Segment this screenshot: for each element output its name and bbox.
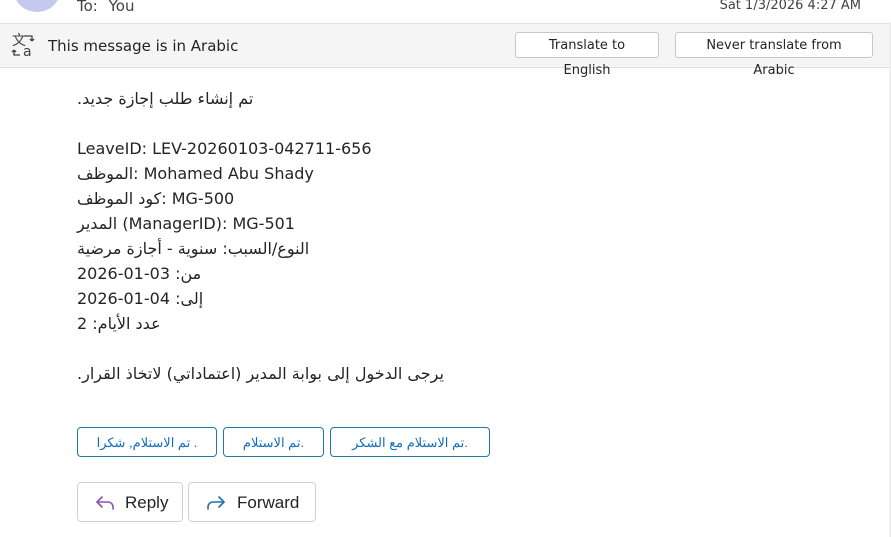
reply-button[interactable]: Reply	[77, 482, 183, 522]
to-label: To:	[77, 0, 98, 15]
never-translate-button[interactable]: Never translate from Arabic	[675, 32, 873, 78]
message-header: To: You Sat 1/3/2026 4:27 AM	[0, 0, 891, 22]
body-line: عدد الأيام: 2	[77, 314, 161, 333]
translation-bar: 文 a This message is in Arabic Translate …	[0, 23, 889, 78]
body-line: إلى: 04-01-2026	[77, 289, 204, 308]
recipient-line: To: You	[77, 0, 135, 15]
translate-icon: 文 a	[11, 33, 35, 58]
suggested-reply[interactable]: تم الاستلام مع الشكر.	[330, 427, 490, 457]
suggested-reply[interactable]: تم الاستلام.	[223, 427, 324, 457]
body-line: من: 03-01-2026	[77, 264, 202, 283]
recipient-name[interactable]: You	[109, 0, 135, 15]
message-body: .تم إنشاء طلب إجازة جديد LeaveID: LEV-20…	[77, 86, 444, 386]
message-date: Sat 1/3/2026 4:27 AM	[719, 0, 861, 13]
forward-label: Forward	[237, 493, 300, 512]
reply-label: Reply	[125, 493, 169, 512]
sender-avatar[interactable]	[14, 0, 60, 12]
body-line: LeaveID: LEV-20260103-042711-656	[77, 139, 372, 158]
body-line: .تم إنشاء طلب إجازة جديد	[77, 89, 254, 108]
svg-text:a: a	[23, 44, 32, 58]
forward-button[interactable]: Forward	[188, 482, 316, 522]
body-line: الموظف: Mohamed Abu Shady	[77, 164, 314, 183]
suggested-reply[interactable]: تم الاستلام, شكرا .	[77, 427, 217, 457]
forward-icon	[207, 496, 225, 510]
body-line: النوع/السبب: سنوية - أجازة مرضية	[77, 239, 310, 258]
body-line: .يرجى الدخول إلى بوابة المدير (اعتماداتي…	[77, 364, 444, 383]
body-line: كود الموظف: MG-500	[77, 189, 235, 208]
translate-to-english-button[interactable]: Translate to English	[515, 32, 659, 78]
body-line: المدير (ManagerID): MG-501	[77, 214, 295, 233]
reply-icon	[96, 496, 114, 510]
translation-message: This message is in Arabic	[48, 37, 239, 55]
